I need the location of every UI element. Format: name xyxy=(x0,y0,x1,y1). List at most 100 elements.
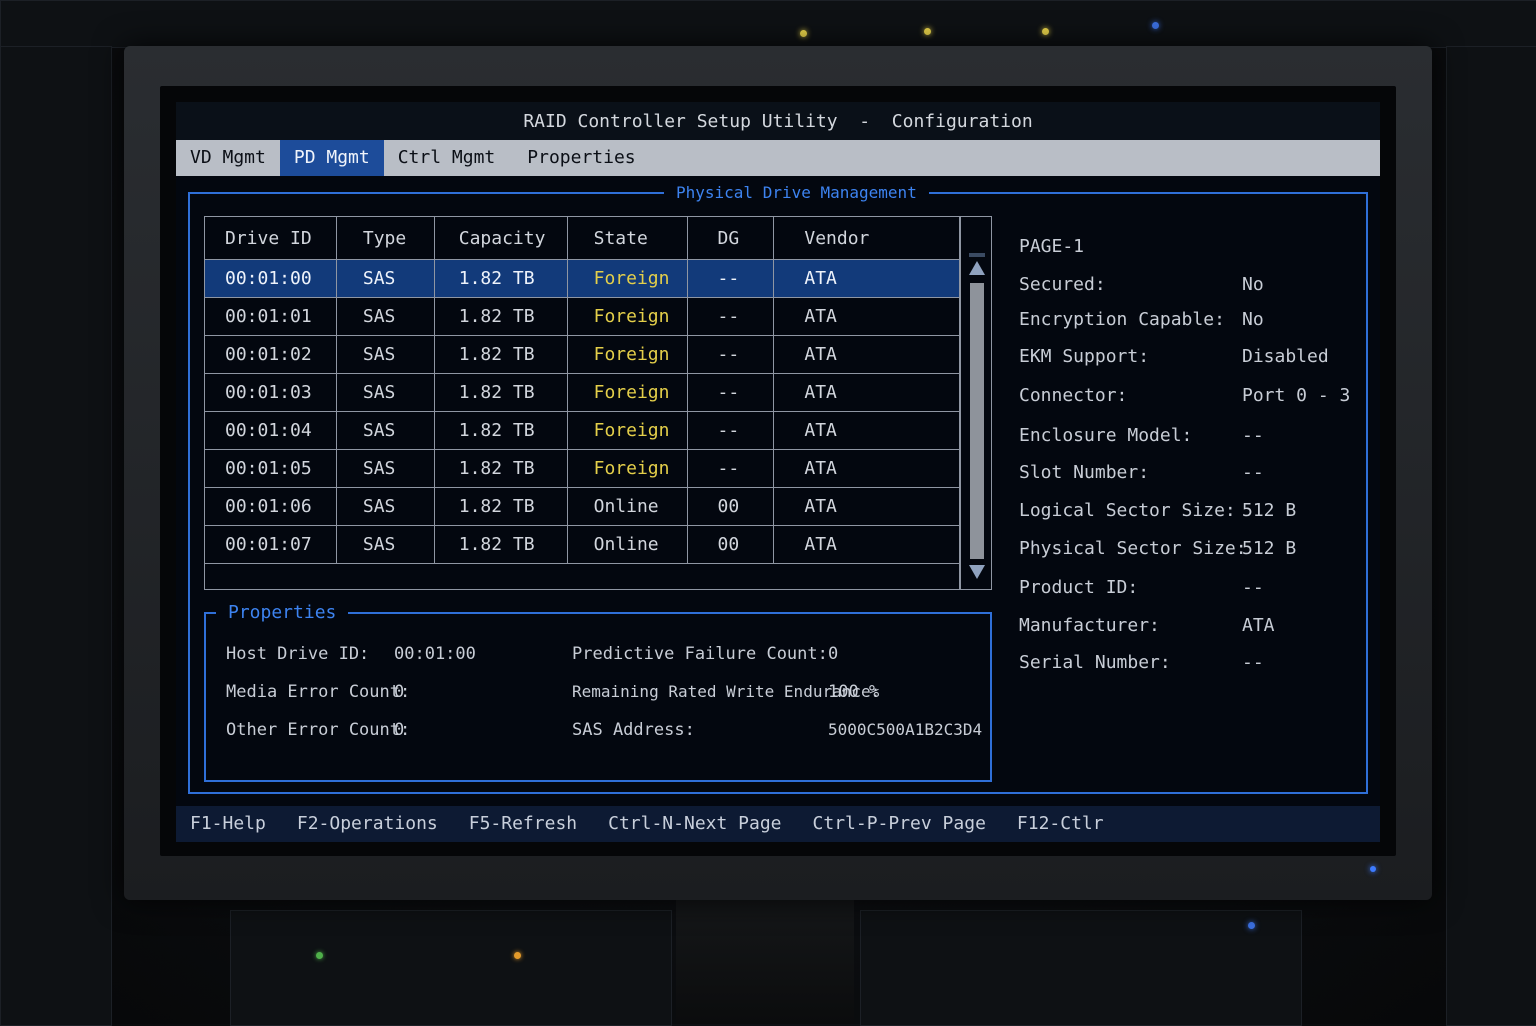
cell-capacity: 1.82 TB xyxy=(433,373,568,412)
table-row[interactable]: 00:01:05 SAS 1.82 TB Foreign -- ATA xyxy=(204,449,960,488)
cell-dg: -- xyxy=(686,335,775,374)
media-error-count-value: 0 xyxy=(394,682,405,702)
cell-drive-id: 00:01:02 xyxy=(204,335,337,374)
fkey-controller[interactable]: F12-Ctlr xyxy=(1003,806,1121,842)
cell-vendor: ATA xyxy=(773,411,960,450)
drive-table: Drive ID Type Capacity State DG Vendor 0… xyxy=(204,216,960,564)
cell-dg: -- xyxy=(686,411,775,450)
host-drive-id-label: Host Drive ID: xyxy=(226,644,370,664)
cell-vendor: ATA xyxy=(773,449,960,488)
cell-capacity: 1.82 TB xyxy=(433,487,568,526)
cell-dg: -- xyxy=(686,259,775,298)
scroll-down-arrow-icon[interactable] xyxy=(969,565,985,579)
cell-type: SAS xyxy=(335,259,435,298)
bios-screen: RAID Controller Setup Utility - Configur… xyxy=(176,102,1380,842)
table-row[interactable]: 00:01:00 SAS 1.82 TB Foreign -- ATA xyxy=(204,259,960,298)
scroll-up-arrow-icon[interactable] xyxy=(969,261,985,275)
side-field-label: Secured: xyxy=(1019,274,1106,295)
rack-led xyxy=(1042,28,1049,35)
side-field-label: Encryption Capable: xyxy=(1019,309,1225,330)
menu-bar: VD Mgmt PD Mgmt Ctrl Mgmt Properties xyxy=(176,140,1380,176)
table-scrollbar[interactable] xyxy=(960,216,992,590)
rack-led xyxy=(316,952,323,959)
server-rack-top xyxy=(0,0,1536,48)
cell-type: SAS xyxy=(335,373,435,412)
rack-led xyxy=(800,30,807,37)
column-header-state[interactable]: State xyxy=(566,216,688,260)
table-row[interactable]: 00:01:06 SAS 1.82 TB Online 00 ATA xyxy=(204,487,960,526)
side-field-value: -- xyxy=(1242,577,1264,598)
tab-vd-mgmt[interactable]: VD Mgmt xyxy=(176,140,280,176)
host-drive-id-value: 00:01:00 xyxy=(394,644,476,664)
side-field-label: Serial Number: xyxy=(1019,652,1171,673)
column-header-dg[interactable]: DG xyxy=(686,216,775,260)
server-rack-left xyxy=(0,46,112,1026)
cell-state: Online xyxy=(566,487,688,526)
side-field-label: Slot Number: xyxy=(1019,462,1150,483)
column-header-capacity[interactable]: Capacity xyxy=(433,216,568,260)
cell-drive-id: 00:01:01 xyxy=(204,297,337,336)
side-field-value: Disabled xyxy=(1242,346,1329,367)
cell-drive-id: 00:01:04 xyxy=(204,411,337,450)
server-rack-bottom-right xyxy=(860,910,1302,1026)
cell-capacity: 1.82 TB xyxy=(433,335,568,374)
fkey-refresh[interactable]: F5-Refresh xyxy=(455,806,594,842)
side-field-label: Product ID: xyxy=(1019,577,1139,598)
cell-drive-id: 00:01:03 xyxy=(204,373,337,412)
cell-type: SAS xyxy=(335,449,435,488)
cell-dg: 00 xyxy=(686,487,775,526)
other-error-count-label: Other Error Count: xyxy=(226,720,411,740)
cell-state: Foreign xyxy=(566,373,688,412)
column-header-type[interactable]: Type xyxy=(335,216,435,260)
tab-ctrl-mgmt[interactable]: Ctrl Mgmt xyxy=(384,140,514,176)
cell-capacity: 1.82 TB xyxy=(433,297,568,336)
table-row[interactable]: 00:01:02 SAS 1.82 TB Foreign -- ATA xyxy=(204,335,960,374)
side-field-label: Logical Sector Size: xyxy=(1019,500,1236,521)
side-field-label: Physical Sector Size: xyxy=(1019,538,1247,559)
cell-drive-id: 00:01:00 xyxy=(204,259,337,298)
tab-pd-mgmt[interactable]: PD Mgmt xyxy=(279,140,384,176)
page-indicator: PAGE-1 xyxy=(1019,236,1085,257)
table-row[interactable]: 00:01:04 SAS 1.82 TB Foreign -- ATA xyxy=(204,411,960,450)
cell-type: SAS xyxy=(335,411,435,450)
fkey-operations[interactable]: F2-Operations xyxy=(283,806,455,842)
cell-vendor: ATA xyxy=(773,335,960,374)
fkey-help[interactable]: F1-Help xyxy=(176,806,283,842)
scrollbar-thumb[interactable] xyxy=(970,283,984,559)
scrollbar-top-marker xyxy=(969,253,985,257)
column-header-vendor[interactable]: Vendor xyxy=(773,216,960,260)
panel-title: Physical Drive Management xyxy=(664,181,929,205)
side-field-value: 512 B xyxy=(1242,538,1297,559)
predictive-failure-label: Predictive Failure Count: xyxy=(572,644,828,664)
cell-state: Foreign xyxy=(566,297,688,336)
sas-address-value: 5000C500A1B2C3D4 xyxy=(828,720,983,739)
server-rack-bottom xyxy=(230,910,672,1026)
cell-capacity: 1.82 TB xyxy=(433,411,568,450)
table-row[interactable]: 00:01:01 SAS 1.82 TB Foreign -- ATA xyxy=(204,297,960,336)
server-rack-right xyxy=(1446,46,1536,1026)
cell-state: Foreign xyxy=(566,449,688,488)
cell-vendor: ATA xyxy=(773,487,960,526)
predictive-failure-value: 0 xyxy=(828,644,839,664)
sas-address-label: SAS Address: xyxy=(572,720,695,740)
cell-drive-id: 00:01:06 xyxy=(204,487,337,526)
cell-dg: -- xyxy=(686,449,775,488)
table-header-row: Drive ID Type Capacity State DG Vendor xyxy=(204,216,960,260)
cell-dg: -- xyxy=(686,297,775,336)
fkey-prev-page[interactable]: Ctrl-P-Prev Page xyxy=(799,806,1003,842)
side-field-value: -- xyxy=(1242,652,1264,673)
cell-vendor: ATA xyxy=(773,259,960,298)
tab-properties[interactable]: Properties xyxy=(513,140,649,176)
fkey-next-page[interactable]: Ctrl-N-Next Page xyxy=(594,806,798,842)
write-endurance-value: 100 % xyxy=(828,682,880,702)
cell-vendor: ATA xyxy=(773,373,960,412)
cell-capacity: 1.82 TB xyxy=(433,259,568,298)
cell-capacity: 1.82 TB xyxy=(433,449,568,488)
physical-drive-panel: Physical Drive Management Drive ID Type … xyxy=(188,181,1368,794)
column-header-drive-id[interactable]: Drive ID xyxy=(204,216,337,260)
cell-state: Foreign xyxy=(566,259,688,298)
cell-state: Foreign xyxy=(566,411,688,450)
table-row[interactable]: 00:01:03 SAS 1.82 TB Foreign -- ATA xyxy=(204,373,960,412)
side-field-value: ATA xyxy=(1242,615,1275,636)
rack-led xyxy=(1248,922,1255,929)
